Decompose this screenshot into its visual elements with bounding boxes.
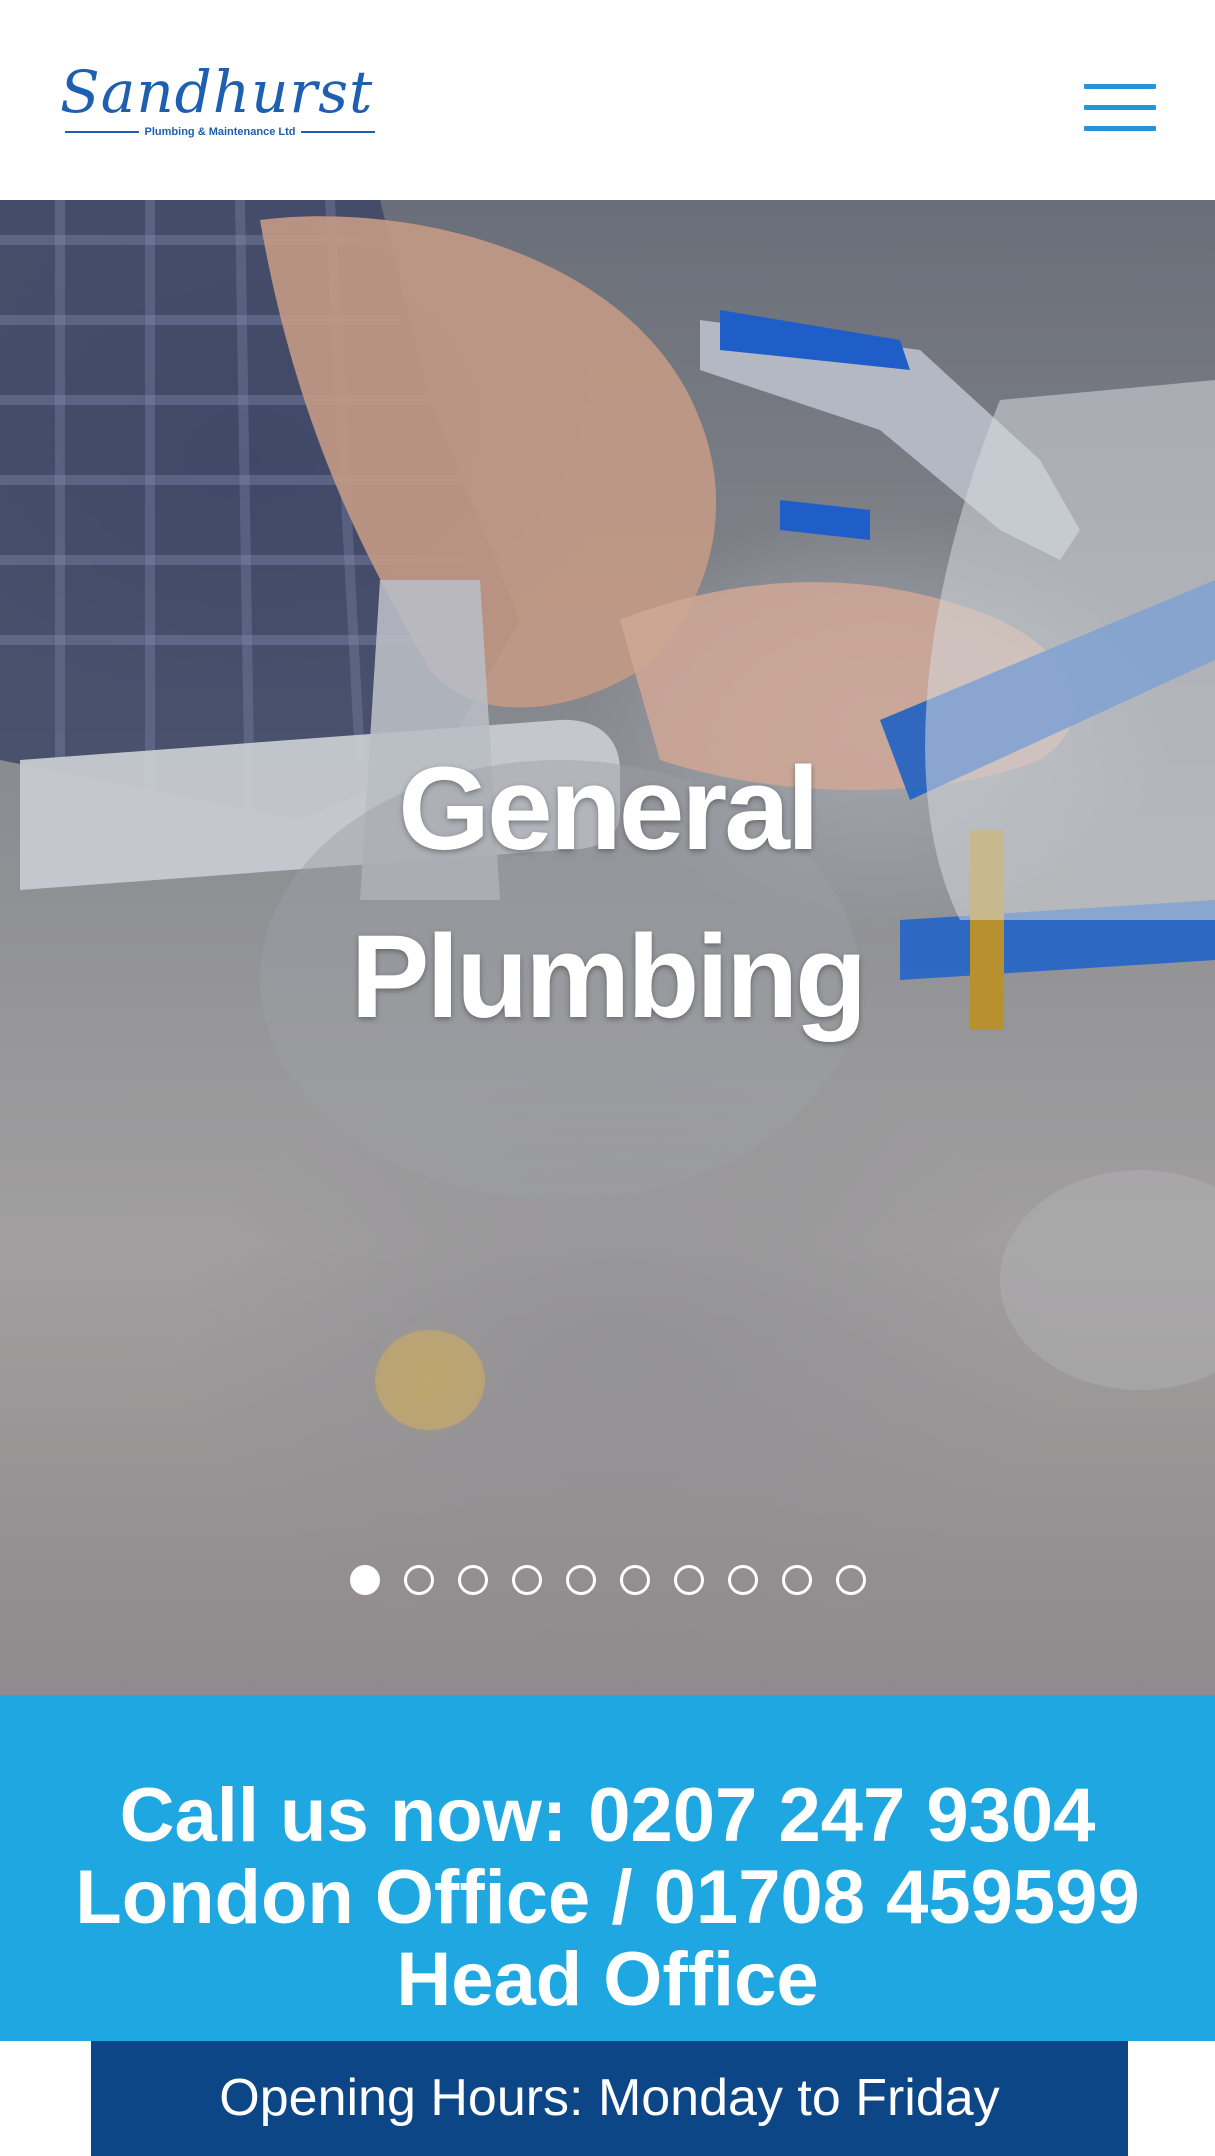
slider-dot-2[interactable] [403,1565,434,1595]
slider-dot-7[interactable] [673,1565,704,1595]
slider-dot-10[interactable] [835,1565,866,1595]
slider-dot-4[interactable] [511,1565,542,1595]
site-logo[interactable]: Sandhurst Plumbing & Maintenance Ltd [60,52,380,142]
menu-bar-middle [1084,105,1156,110]
hero-title-line1: General [398,743,819,875]
logo-tagline-row: Plumbing & Maintenance Ltd [65,122,376,142]
slider-dot-1[interactable] [349,1565,380,1595]
slider-dot-5[interactable] [565,1565,596,1595]
menu-bar-top [1084,84,1156,89]
call-line-head-office: Head Office [396,1937,819,2022]
hero-title-line2: Plumbing [350,911,868,1043]
slider-pagination [0,1565,1215,1599]
slider-dot-8[interactable] [727,1565,758,1595]
logo-tagline: Plumbing & Maintenance Ltd [144,126,296,138]
hero-slider: General Plumbing [0,200,1215,1695]
call-us-text: Call us now: 0207 247 9304 London Office… [0,1775,1215,2021]
menu-bar-bottom [1084,126,1156,131]
hamburger-menu-icon[interactable] [1084,84,1156,132]
hero-title: General Plumbing [0,725,1215,1061]
opening-hours-bar: Opening Hours: Monday to Friday [91,2041,1128,2156]
logo-name: Sandhurst [60,58,374,126]
logo-rule-left [65,131,139,133]
logo-rule-right [301,131,376,133]
opening-hours-text: Opening Hours: Monday to Friday [219,2069,1000,2127]
slider-dot-6[interactable] [619,1565,650,1595]
site-header: Sandhurst Plumbing & Maintenance Ltd [0,0,1215,200]
slider-dot-9[interactable] [781,1565,812,1595]
call-us-banner: Call us now: 0207 247 9304 London Office… [0,1695,1215,2041]
call-line-head-office-number: London Office / 01708 459599 [75,1855,1140,1940]
slider-dot-3[interactable] [457,1565,488,1595]
call-line-london: Call us now: 0207 247 9304 [119,1773,1096,1858]
